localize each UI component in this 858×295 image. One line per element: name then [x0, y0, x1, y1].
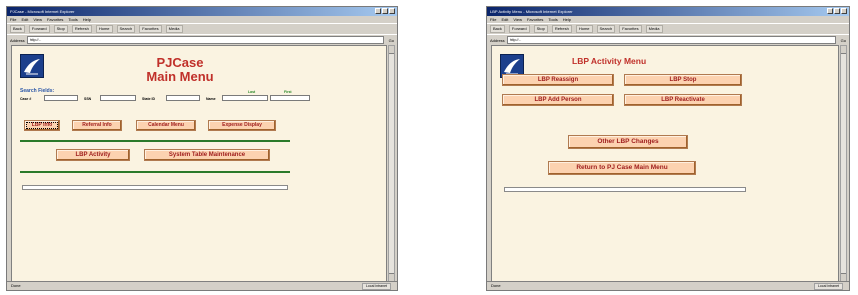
favorites-button[interactable]: Favorites: [619, 25, 642, 33]
address-label: Address: [10, 37, 25, 43]
calendar-menu-button[interactable]: Calendar Menu: [136, 120, 196, 131]
menu-view[interactable]: View: [513, 16, 522, 23]
lbp-add-person-button[interactable]: LBP Add Person: [502, 94, 614, 106]
menu-file[interactable]: File: [490, 16, 496, 23]
scroll-up-arrow-icon[interactable]: [389, 46, 394, 54]
menu-favorites[interactable]: Favorites: [47, 16, 63, 23]
back-button[interactable]: Back: [490, 25, 505, 33]
menu-bar: File Edit View Favorites Tools Help: [7, 16, 397, 23]
status-bar: Done Local intranet: [7, 281, 397, 290]
address-bar: Address http://... Go: [487, 34, 849, 45]
status-text: Done: [491, 283, 501, 288]
security-zone: Local intranet: [813, 283, 843, 290]
minimize-button[interactable]: [375, 8, 381, 14]
message-field: [22, 185, 288, 190]
minimize-button[interactable]: [827, 8, 833, 14]
other-lbp-changes-button[interactable]: Other LBP Changes: [568, 135, 688, 149]
case-number-input[interactable]: [44, 95, 78, 101]
state-id-label: State ID: [142, 97, 156, 101]
expense-display-button[interactable]: Expense Display: [208, 120, 276, 131]
name-label: Name: [206, 97, 216, 101]
address-label: Address: [490, 37, 505, 43]
agency-logo: [20, 54, 44, 78]
search-button[interactable]: Search: [116, 25, 136, 33]
search-button[interactable]: Search: [596, 25, 616, 33]
last-name-input[interactable]: [222, 95, 268, 101]
menu-help[interactable]: Help: [563, 16, 571, 23]
go-button[interactable]: Go: [838, 38, 849, 43]
page-content: PJCase Main Menu Search Fields: Last Fir…: [11, 45, 387, 282]
maximize-button[interactable]: [382, 8, 388, 14]
title-bar: LBP Activity Menu - Microsoft Internet E…: [487, 7, 849, 16]
vertical-scrollbar[interactable]: [388, 45, 395, 282]
status-text: Done: [11, 283, 21, 288]
page-content: LBP Activity Menu LBP Reassign LBP Stop …: [491, 45, 839, 282]
toolbar: Back Forward Stop Refresh Home Search Fa…: [487, 23, 849, 34]
lbp-stop-button[interactable]: LBP Stop: [624, 74, 742, 86]
home-button[interactable]: Home: [95, 25, 113, 33]
back-button[interactable]: Back: [10, 25, 25, 33]
menu-file[interactable]: File: [10, 16, 16, 23]
system-table-maintenance-button[interactable]: System Table Maintenance: [144, 149, 270, 161]
lbp-activity-button[interactable]: LBP Activity: [56, 149, 130, 161]
scroll-down-arrow-icon[interactable]: [841, 273, 846, 281]
menu-bar: File Edit View Favorites Tools Help: [487, 16, 849, 23]
browser-window-lbp-activity: LBP Activity Menu - Microsoft Internet E…: [486, 6, 850, 291]
address-input[interactable]: http://...: [26, 36, 384, 44]
menu-tools[interactable]: Tools: [68, 16, 77, 23]
forward-button[interactable]: Forward: [28, 25, 50, 33]
stop-button[interactable]: Stop: [53, 25, 68, 33]
window-title: PJCase - Microsoft Internet Explorer: [10, 9, 75, 14]
lbp-reactivate-button[interactable]: LBP Reactivate: [624, 94, 742, 106]
case-number-label: Case #: [20, 97, 32, 101]
window-title: LBP Activity Menu - Microsoft Internet E…: [490, 9, 573, 14]
menu-tools[interactable]: Tools: [548, 16, 557, 23]
page-title-line2: Main Menu: [146, 69, 214, 84]
menu-help[interactable]: Help: [83, 16, 91, 23]
menu-favorites[interactable]: Favorites: [527, 16, 543, 23]
close-button[interactable]: [841, 8, 847, 14]
ssn-input[interactable]: [100, 95, 136, 101]
browser-window-main-menu: PJCase - Microsoft Internet Explorer Fil…: [6, 6, 398, 291]
address-input[interactable]: http://...: [506, 36, 836, 44]
forward-button[interactable]: Forward: [508, 25, 530, 33]
logo-icon: [24, 59, 40, 75]
security-zone: Local intranet: [361, 283, 391, 290]
page-title: PJCase Main Menu: [120, 56, 240, 84]
scroll-down-arrow-icon[interactable]: [389, 273, 394, 281]
page-title-line1: PJCase: [156, 55, 204, 70]
media-button[interactable]: Media: [165, 25, 183, 33]
toolbar: Back Forward Stop Refresh Home Search Fa…: [7, 23, 397, 34]
close-button[interactable]: [389, 8, 395, 14]
scroll-up-arrow-icon[interactable]: [841, 46, 846, 54]
status-bar: Done Local intranet: [487, 281, 849, 290]
state-id-input[interactable]: [166, 95, 200, 101]
menu-edit[interactable]: Edit: [21, 16, 28, 23]
stop-button[interactable]: Stop: [533, 25, 548, 33]
ssn-label: SSN: [84, 97, 92, 101]
first-name-input[interactable]: [270, 95, 310, 101]
go-button[interactable]: Go: [386, 38, 397, 43]
menu-view[interactable]: View: [33, 16, 42, 23]
lbp-info-button[interactable]: LBP Info: [24, 120, 60, 131]
refresh-button[interactable]: Refresh: [551, 25, 572, 33]
referral-info-button[interactable]: Referral Info: [72, 120, 122, 131]
return-to-main-menu-button[interactable]: Return to PJ Case Main Menu: [548, 161, 696, 175]
divider: [20, 171, 290, 173]
menu-edit[interactable]: Edit: [501, 16, 508, 23]
maximize-button[interactable]: [834, 8, 840, 14]
page-title: LBP Activity Menu: [572, 56, 647, 66]
media-button[interactable]: Media: [645, 25, 663, 33]
message-field: [504, 187, 746, 192]
address-bar: Address http://... Go: [7, 34, 397, 45]
divider: [20, 140, 290, 142]
vertical-scrollbar[interactable]: [840, 45, 847, 282]
refresh-button[interactable]: Refresh: [71, 25, 92, 33]
title-bar: PJCase - Microsoft Internet Explorer: [7, 7, 397, 16]
search-fields-row: Case # SSN State ID Name: [20, 94, 380, 104]
home-button[interactable]: Home: [575, 25, 593, 33]
lbp-reassign-button[interactable]: LBP Reassign: [502, 74, 614, 86]
favorites-button[interactable]: Favorites: [139, 25, 162, 33]
